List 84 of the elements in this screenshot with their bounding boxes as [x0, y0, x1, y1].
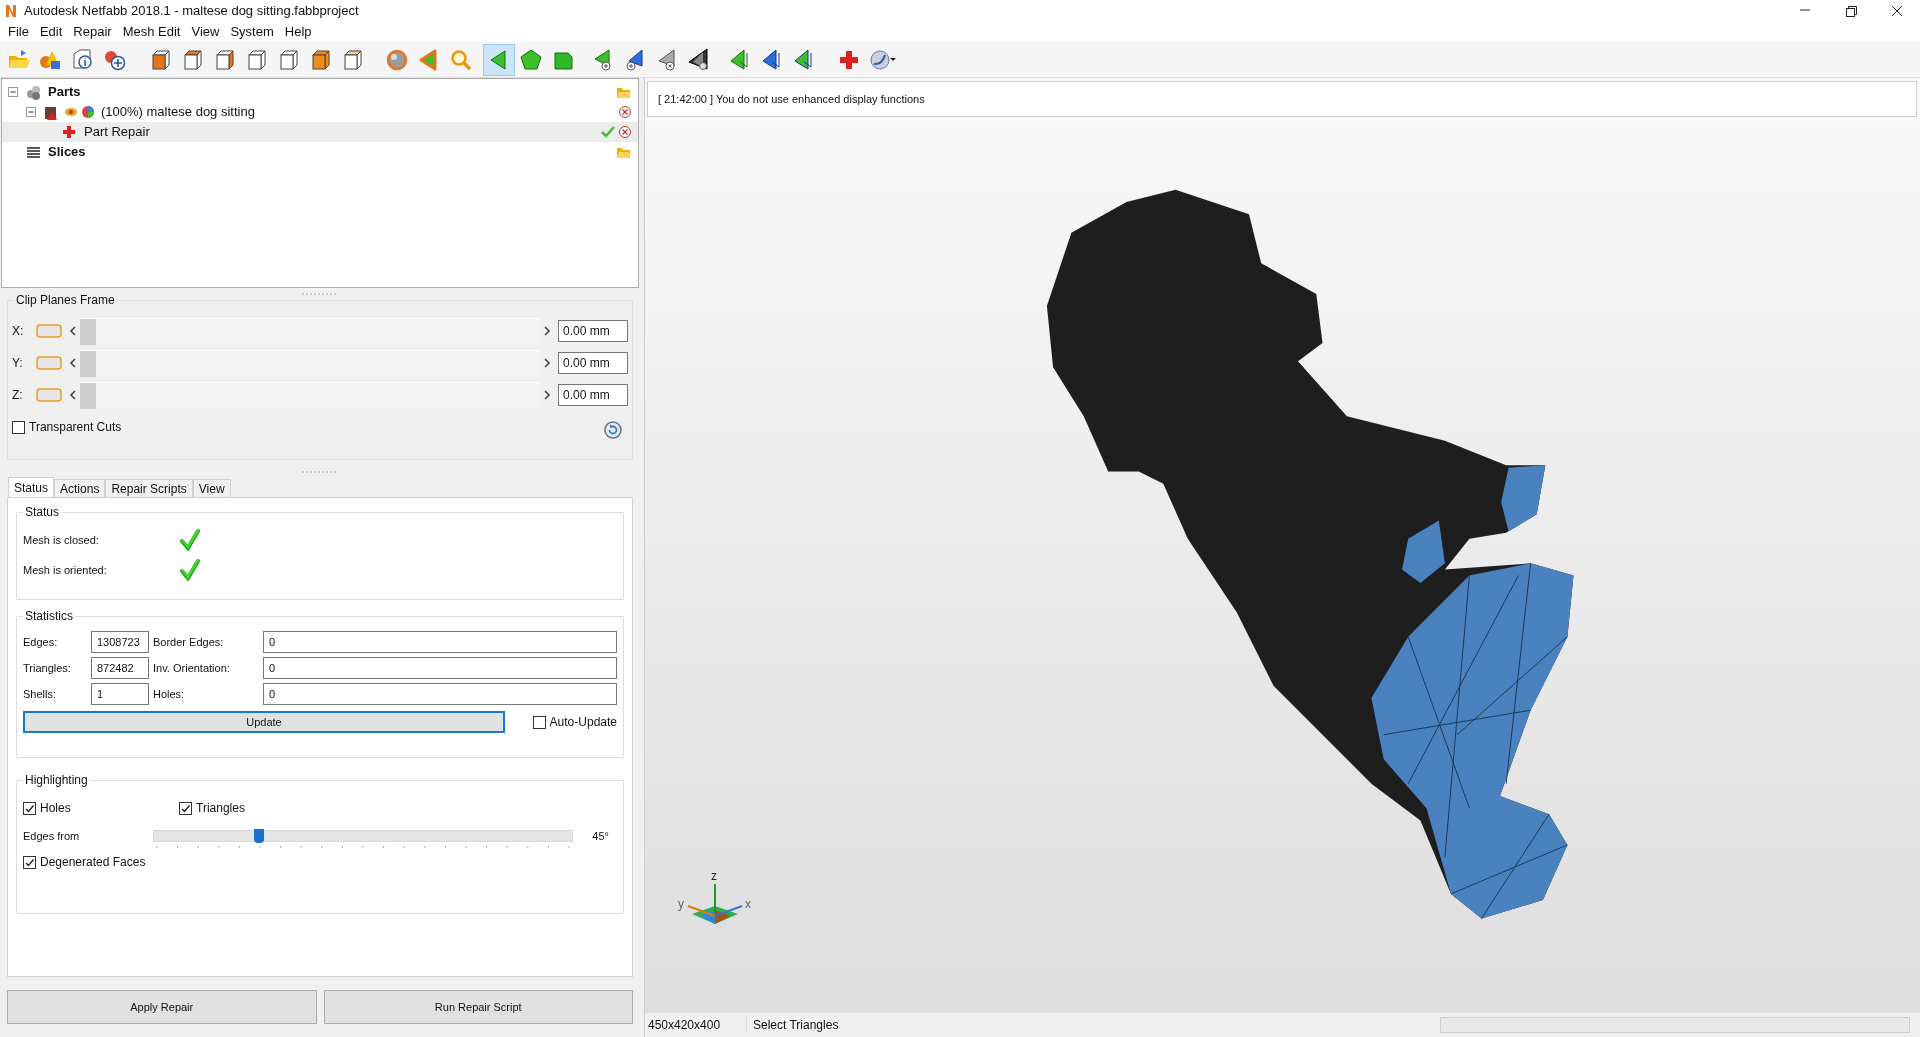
tree-label: (100%) maltese dog sitting: [101, 103, 255, 122]
tree-row[interactable]: Slices: [2, 142, 638, 162]
checkbox[interactable]: [23, 801, 36, 815]
status-label: Mesh is closed:: [23, 532, 100, 548]
tree-label: Slices: [48, 143, 86, 162]
value-field[interactable]: 0.00 mm: [558, 320, 628, 342]
tree-row[interactable]: Part Repair: [2, 122, 638, 142]
action-button[interactable]: Apply Repair: [7, 990, 317, 1024]
tree-row[interactable]: Parts: [2, 82, 638, 102]
tab[interactable]: Repair Scripts: [105, 479, 193, 497]
value-field[interactable]: 0.00 mm: [558, 384, 628, 406]
stat-field[interactable]: 1308723: [91, 631, 149, 653]
field-label: Triangles:: [23, 660, 72, 676]
checkbox[interactable]: [179, 801, 192, 815]
tab[interactable]: Actions: [54, 479, 106, 497]
status-label: Mesh is oriented:: [23, 562, 108, 578]
checkbox-label: Triangles: [196, 800, 245, 817]
menu-item[interactable]: View: [186, 23, 225, 41]
eye-icon[interactable]: [64, 105, 78, 119]
axis-gizmo-drawing: [687, 883, 743, 924]
repair-cross-icon: [61, 123, 78, 141]
plane-toggle-icon[interactable]: [36, 355, 62, 371]
slider-thumb[interactable]: [80, 351, 96, 377]
parts-icon: [25, 83, 42, 101]
axis-label: Z:: [12, 387, 24, 404]
collapse-icon[interactable]: [8, 86, 19, 98]
tree-label: Part Repair: [84, 123, 150, 142]
status-bar-text: Select Triangles: [752, 1017, 840, 1034]
axis-label: X:: [12, 323, 25, 340]
status-bar-text: 450x420x400: [645, 1016, 747, 1034]
menu-item[interactable]: Help: [279, 23, 317, 41]
checkbox-label: Degenerated Faces: [40, 854, 146, 871]
axis-label: x: [745, 897, 751, 911]
checkbox[interactable]: [23, 855, 36, 869]
field-label: Inv. Orientation:: [153, 660, 231, 676]
axis-label: Y:: [12, 355, 24, 372]
slider-thumb[interactable]: [253, 828, 264, 843]
slider-thumb[interactable]: [80, 319, 96, 345]
slider-value: 45°: [592, 828, 609, 844]
collapse-icon[interactable]: [26, 106, 37, 118]
menu-item[interactable]: Repair: [68, 23, 117, 41]
color-wheel-icon[interactable]: [81, 105, 95, 119]
slider-label: Edges from: [23, 828, 81, 844]
tree-label: Parts: [48, 83, 81, 102]
tab[interactable]: Status: [8, 477, 55, 497]
group-title: Statistics: [23, 609, 75, 623]
reset-icon[interactable]: [604, 421, 622, 439]
axis-label: y: [678, 897, 684, 911]
menu-item[interactable]: File: [3, 23, 34, 41]
menu-item[interactable]: Mesh Edit: [117, 23, 186, 41]
group-title: Clip Planes Frame: [14, 293, 117, 307]
checkbox-label: Auto-Update: [549, 714, 617, 731]
slider-track[interactable]: [153, 829, 573, 842]
checkbox[interactable]: [12, 420, 25, 434]
window-title: Autodesk Netfabb 2018.1 - maltese dog sitting.fabbproject: [24, 2, 359, 21]
checkbox-label: Holes: [40, 800, 71, 817]
app-logo-icon: [4, 4, 18, 18]
action-button[interactable]: Run Repair Script: [323, 990, 633, 1024]
value-field[interactable]: 0.00 mm: [558, 352, 628, 374]
checkbox-label: Transparent Cuts: [29, 419, 122, 436]
stat-field[interactable]: 872482: [91, 657, 149, 679]
field-label: Edges:: [23, 634, 59, 650]
checkbox[interactable]: [532, 715, 546, 729]
log-message: [ 21:42:00 ] You do not use enhanced display functions: [647, 81, 1917, 117]
menu-item[interactable]: Edit: [34, 23, 68, 41]
tab[interactable]: View: [192, 479, 231, 497]
field-label: Shells:: [23, 686, 58, 702]
stat-field[interactable]: 1: [91, 683, 149, 705]
update-button[interactable]: Update: [23, 711, 505, 733]
check-icon[interactable]: [600, 125, 616, 139]
plane-toggle-icon[interactable]: [36, 323, 62, 339]
field-label: Border Edges:: [153, 634, 225, 650]
tree-row[interactable]: (100%) maltese dog sitting: [2, 102, 638, 122]
stat-field[interactable]: 0: [263, 657, 617, 679]
axis-label: z: [711, 869, 717, 883]
group-title: Status: [23, 505, 62, 519]
stat-field[interactable]: 0: [263, 631, 617, 653]
slider-thumb[interactable]: [80, 383, 96, 409]
group-title: Highlighting: [23, 773, 90, 787]
menu-item[interactable]: System: [225, 23, 279, 41]
plane-toggle-icon[interactable]: [36, 387, 62, 403]
stat-field[interactable]: 0: [263, 683, 617, 705]
field-label: Holes:: [153, 686, 186, 702]
viewport[interactable]: z y x: [645, 120, 1920, 1012]
